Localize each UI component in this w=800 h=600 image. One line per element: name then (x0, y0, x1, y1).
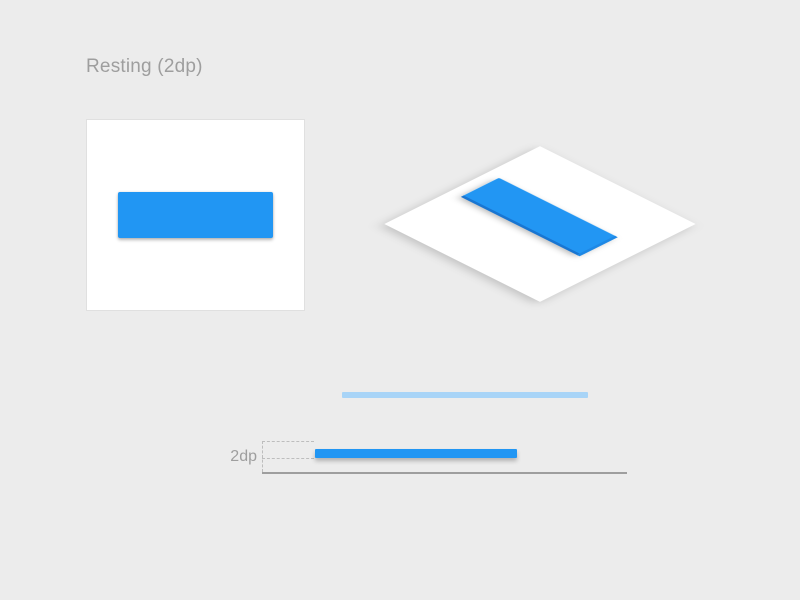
raised-button (118, 192, 273, 238)
button-strip (315, 449, 517, 458)
card-isometric (355, 112, 725, 342)
elevation-side-view: 2dp (207, 392, 627, 482)
elevation-label: 2dp (230, 448, 257, 466)
bracket-bottom (262, 458, 314, 459)
diagram-title: Resting (2dp) (86, 56, 203, 78)
card-flat (86, 119, 305, 311)
bracket-vertical (262, 441, 263, 472)
bracket-top (262, 441, 314, 442)
ground-line (262, 472, 627, 474)
surface-strip (342, 392, 588, 398)
